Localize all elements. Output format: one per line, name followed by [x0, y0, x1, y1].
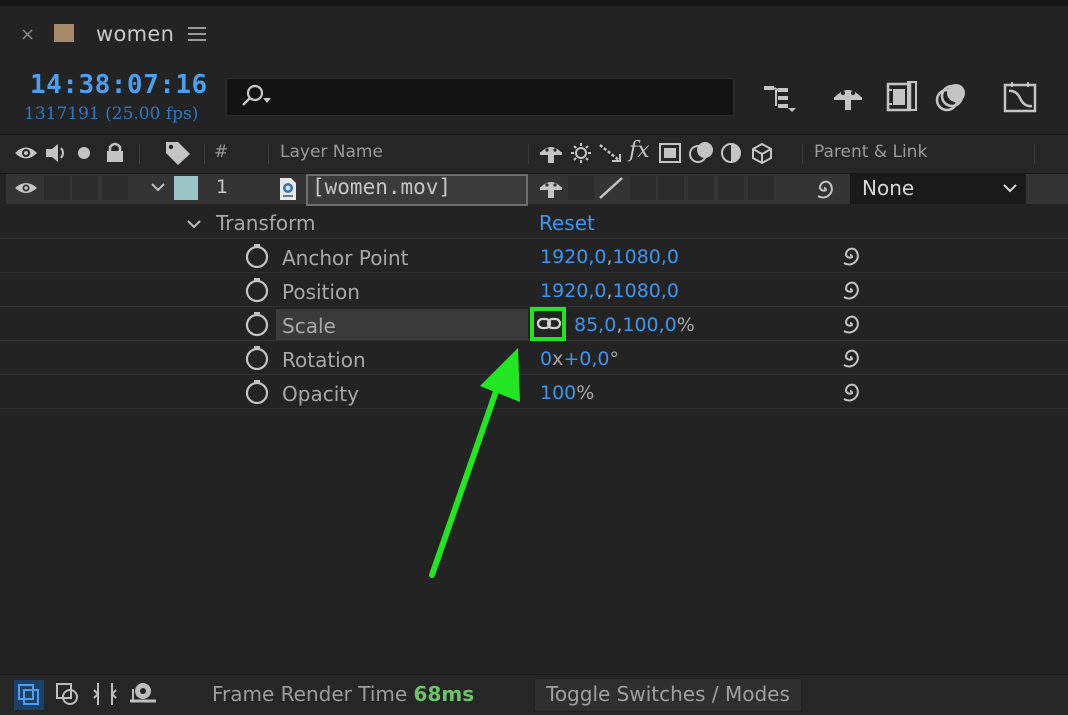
layer-motion-blur-switch[interactable] — [688, 176, 714, 200]
layer-collapse-switch[interactable] — [568, 176, 594, 200]
constrain-proportions-link-icon[interactable] — [536, 315, 562, 333]
layer-shy-switch-icon[interactable] — [538, 177, 564, 199]
current-time-display[interactable]: 14:38:07:16 — [30, 70, 208, 100]
frame-render-time-value: 68ms — [413, 682, 475, 706]
transform-expand-chevron-icon[interactable] — [186, 218, 202, 230]
layer-name[interactable]: [women.mov] — [312, 175, 451, 199]
property-name: Position — [282, 280, 360, 304]
layer-solo-switch[interactable] — [72, 176, 98, 200]
property-value[interactable]: 85,0,100,0% — [574, 314, 695, 336]
column-parent-link[interactable]: Parent & Link — [814, 142, 927, 162]
property-name: Scale — [282, 314, 336, 338]
search-icon — [238, 84, 272, 108]
chevron-down-icon — [1002, 183, 1018, 195]
column-number[interactable]: # — [214, 142, 228, 162]
stopwatch-icon[interactable] — [244, 277, 270, 303]
modes-pane-icon[interactable] — [54, 681, 80, 707]
collapse-sun-icon[interactable] — [570, 142, 592, 164]
audio-speaker-icon[interactable] — [44, 142, 70, 164]
layer-label-color[interactable] — [174, 176, 198, 200]
expression-pick-whip-icon[interactable] — [838, 311, 862, 335]
property-name: Opacity — [282, 382, 359, 406]
render-time-snail-icon[interactable] — [128, 681, 158, 705]
solo-dot-icon[interactable] — [77, 146, 91, 160]
layer-visibility-eye-icon[interactable] — [14, 180, 38, 196]
property-value[interactable]: 100% — [540, 382, 594, 404]
expression-pick-whip-icon[interactable] — [838, 379, 862, 403]
header-divider — [204, 144, 205, 164]
stopwatch-icon[interactable] — [244, 243, 270, 269]
expression-pick-whip-icon[interactable] — [838, 345, 862, 369]
row-divider — [0, 374, 1068, 375]
quality-slash-icon[interactable] — [598, 142, 622, 164]
row-divider — [0, 408, 1068, 409]
layer-3d-switch[interactable] — [748, 176, 774, 200]
frame-blend-switch-icon[interactable] — [658, 142, 682, 164]
layer-adjustment-switch[interactable] — [718, 176, 744, 200]
footage-file-icon — [278, 177, 298, 201]
property-value[interactable]: 1920,0,1080,0 — [540, 280, 679, 302]
header-divider — [802, 144, 803, 164]
layer-effects-switch[interactable] — [630, 176, 656, 200]
lock-icon[interactable] — [104, 141, 126, 163]
hamburger-menu-icon[interactable] — [188, 26, 206, 42]
close-tab-button[interactable]: × — [20, 24, 35, 45]
column-layer-name[interactable]: Layer Name — [280, 142, 383, 162]
motion-blur-icon[interactable] — [934, 80, 970, 114]
adjustment-layer-icon[interactable] — [720, 142, 742, 164]
in-out-pane-icon[interactable] — [92, 681, 118, 707]
toggle-switches-modes-label[interactable]: Toggle Switches / Modes — [546, 682, 790, 706]
shy-switch-icon[interactable] — [538, 142, 564, 164]
layer-search-input[interactable] — [226, 78, 734, 116]
annotation-arrow-icon — [420, 340, 530, 585]
3d-layer-cube-icon[interactable] — [751, 142, 773, 164]
header-divider — [268, 144, 269, 164]
layer-quality-switch-icon[interactable] — [598, 176, 624, 200]
layer-lock-switch[interactable] — [102, 176, 128, 200]
layer-expand-chevron-icon[interactable] — [150, 181, 166, 193]
composition-flowchart-icon[interactable] — [762, 80, 798, 114]
motion-blur-switch-icon[interactable] — [688, 140, 716, 164]
shy-layers-icon[interactable] — [830, 80, 866, 114]
stopwatch-icon[interactable] — [244, 345, 270, 371]
frame-render-time-label: Frame Render Time 68ms — [212, 682, 475, 706]
property-value[interactable]: 1920,0,1080,0 — [540, 246, 679, 268]
transform-reset-link[interactable]: Reset — [539, 211, 595, 235]
graph-editor-icon[interactable] — [1002, 80, 1038, 114]
row-divider — [0, 238, 1068, 239]
header-divider — [139, 144, 140, 164]
layer-number: 1 — [216, 176, 229, 198]
expression-pick-whip-icon[interactable] — [838, 243, 862, 267]
expression-pick-whip-icon[interactable] — [838, 277, 862, 301]
transform-label[interactable]: Transform — [216, 211, 315, 235]
video-eye-icon[interactable] — [14, 144, 38, 162]
property-name: Rotation — [282, 348, 366, 372]
property-name: Anchor Point — [282, 246, 409, 270]
label-tag-icon[interactable] — [164, 140, 192, 166]
stopwatch-icon[interactable] — [244, 311, 270, 337]
layer-frame-blend-switch[interactable] — [658, 176, 684, 200]
row-divider — [0, 272, 1068, 273]
composition-color-swatch — [54, 24, 74, 42]
effects-fx-icon[interactable]: fx — [629, 138, 650, 163]
header-divider — [1034, 144, 1035, 164]
layer-audio-switch[interactable] — [44, 176, 70, 200]
parent-dropdown-value: None — [862, 176, 915, 200]
parent-pick-whip-icon[interactable] — [812, 176, 836, 200]
composition-tab-title[interactable]: women — [96, 22, 174, 46]
frame-count-display: 1317191 (25.00 fps) — [24, 104, 199, 124]
header-divider — [528, 144, 529, 164]
property-value[interactable]: 0x+0,0° — [540, 348, 619, 370]
stopwatch-icon[interactable] — [244, 379, 270, 405]
layer-switches-pane-icon[interactable] — [14, 680, 44, 710]
frame-blending-icon[interactable] — [884, 80, 920, 114]
